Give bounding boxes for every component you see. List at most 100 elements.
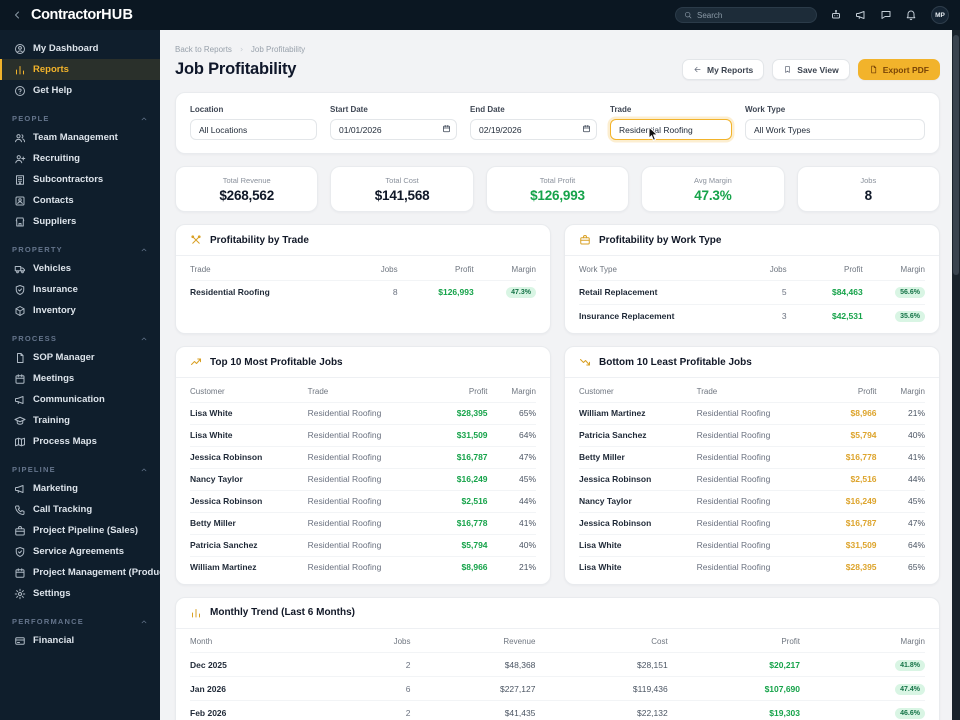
sidebar-item[interactable]: Vehicles	[0, 258, 160, 279]
truck-icon	[14, 263, 26, 275]
trend-up-icon	[190, 356, 202, 368]
sidebar-item[interactable]: Inventory	[0, 300, 160, 321]
filter-location: Location	[190, 105, 317, 140]
bar-chart-icon	[14, 64, 26, 76]
sidebar-item[interactable]: Insurance	[0, 279, 160, 300]
sidebar-item-label: Communication	[33, 394, 105, 405]
sidebar-item[interactable]: Call Tracking	[0, 499, 160, 520]
sidebar-item[interactable]: Financial	[0, 630, 160, 651]
sidebar-item[interactable]: Suppliers	[0, 211, 160, 232]
section-header[interactable]: PROPERTY	[0, 245, 160, 258]
sidebar-item[interactable]: My Dashboard	[0, 38, 160, 59]
calendar-icon	[14, 567, 26, 579]
grad-cap-icon	[14, 415, 26, 427]
location-input[interactable]	[190, 119, 317, 140]
bank-icon	[14, 635, 26, 647]
megaphone-icon	[14, 483, 26, 495]
table-row: Jessica Robinson Residential Roofing $16…	[190, 445, 536, 468]
map-icon	[14, 436, 26, 448]
kpi-total-profit: Total Profit $126,993	[485, 166, 630, 212]
trade-input[interactable]	[610, 119, 732, 140]
sidebar-item-label: Service Agreements	[33, 546, 125, 557]
end-date-input[interactable]	[470, 119, 597, 140]
sidebar-item[interactable]: Marketing	[0, 478, 160, 499]
topbar: ContractorHUB MP	[0, 0, 960, 30]
sidebar-item-label: Contacts	[33, 195, 74, 206]
users-icon	[14, 132, 26, 144]
app-logo[interactable]: ContractorHUB	[31, 7, 133, 23]
table-row: Patricia Sanchez Residential Roofing $5,…	[579, 423, 925, 446]
sidebar-item[interactable]: Recruiting	[0, 148, 160, 169]
sidebar-item-label: Meetings	[33, 373, 75, 384]
sidebar-item-label: Training	[33, 415, 70, 426]
card-profitability-by-work-type: Profitability by Work Type Work Type Job…	[564, 224, 940, 334]
sidebar-item[interactable]: Service Agreements	[0, 541, 160, 562]
bookmark-icon	[783, 65, 792, 74]
card-monthly-trend: Monthly Trend (Last 6 Months) Month Jobs…	[175, 596, 940, 720]
sidebar-item-label: SOP Manager	[33, 352, 95, 363]
breadcrumb-back-link[interactable]: Back to Reports	[175, 45, 232, 54]
sidebar-item-label: My Dashboard	[33, 43, 99, 54]
start-date-input[interactable]	[330, 119, 457, 140]
sidebar-item[interactable]: Team Management	[0, 127, 160, 148]
chevron-right-icon	[238, 46, 245, 53]
card-title: Bottom 10 Least Profitable Jobs	[599, 356, 752, 368]
sidebar: My Dashboard Reports Get Help PEOPLE Tea…	[0, 30, 160, 720]
messages-icon[interactable]	[880, 9, 892, 21]
filter-bar: Location Start Date End Date	[175, 92, 940, 154]
sidebar-item[interactable]: Project Pipeline (Sales)	[0, 520, 160, 541]
sidebar-item[interactable]: Communication	[0, 389, 160, 410]
phone-icon	[14, 504, 26, 516]
table-row: Jan 2026 6 $227,127 $119,436 $107,690 47…	[190, 676, 925, 701]
file-icon	[14, 352, 26, 364]
sidebar-item-label: Financial	[33, 635, 75, 646]
page-scrollbar[interactable]	[952, 30, 960, 720]
sidebar-section-people: PEOPLE Team Management Recruiting Subcon…	[0, 114, 160, 232]
sidebar-item[interactable]: Contacts	[0, 190, 160, 211]
sidebar-item-label: Subcontractors	[33, 174, 104, 185]
filter-end-date: End Date	[470, 105, 597, 140]
sidebar-item-label: Get Help	[33, 85, 73, 96]
card-title: Profitability by Work Type	[599, 234, 722, 246]
sidebar-item-label: Inventory	[33, 305, 76, 316]
chevron-up-icon	[140, 618, 148, 626]
margin-badge: 35.6%	[895, 311, 925, 322]
my-reports-button[interactable]: My Reports	[681, 59, 765, 80]
search-input[interactable]	[697, 10, 808, 20]
card-title: Top 10 Most Profitable Jobs	[210, 356, 343, 368]
sidebar-item[interactable]: Process Maps	[0, 431, 160, 452]
table-row: Betty Miller Residential Roofing $16,778…	[579, 445, 925, 468]
section-header[interactable]: PIPELINE	[0, 465, 160, 478]
sidebar-item[interactable]: SOP Manager	[0, 347, 160, 368]
page-title: Job Profitability	[175, 60, 297, 78]
scrollbar-thumb[interactable]	[953, 35, 959, 275]
table-row: Betty Miller Residential Roofing $16,778…	[190, 511, 536, 534]
export-pdf-button[interactable]: Export PDF	[857, 59, 940, 80]
announcements-icon[interactable]	[855, 9, 867, 21]
user-circle-icon	[14, 43, 26, 55]
sidebar-item-label: Call Tracking	[33, 504, 93, 515]
sidebar-item[interactable]: Meetings	[0, 368, 160, 389]
breadcrumb-current: Job Profitability	[250, 45, 306, 54]
section-header[interactable]: PEOPLE	[0, 114, 160, 127]
notifications-bell-icon[interactable]	[905, 9, 917, 21]
user-avatar[interactable]: MP	[931, 6, 949, 24]
sidebar-item[interactable]: Project Management (Production)	[0, 562, 160, 583]
work-type-input[interactable]	[745, 119, 925, 140]
global-search[interactable]	[675, 7, 817, 23]
sidebar-item[interactable]: Reports	[0, 59, 160, 80]
card-title: Profitability by Trade	[210, 234, 309, 246]
sidebar-collapse-icon[interactable]	[11, 9, 23, 21]
section-header[interactable]: PROCESS	[0, 334, 160, 347]
chevron-up-icon	[140, 246, 148, 254]
shield-check-icon	[14, 284, 26, 296]
sidebar-item[interactable]: Subcontractors	[0, 169, 160, 190]
section-header[interactable]: PERFORMANCE	[0, 617, 160, 630]
table-row: William Martinez Residential Roofing $8,…	[579, 401, 925, 424]
assistant-bot-icon[interactable]	[830, 9, 842, 21]
file-icon	[869, 65, 878, 74]
sidebar-item[interactable]: Training	[0, 410, 160, 431]
sidebar-item[interactable]: Get Help	[0, 80, 160, 101]
save-view-button[interactable]: Save View	[772, 59, 850, 80]
sidebar-item[interactable]: Settings	[0, 583, 160, 604]
